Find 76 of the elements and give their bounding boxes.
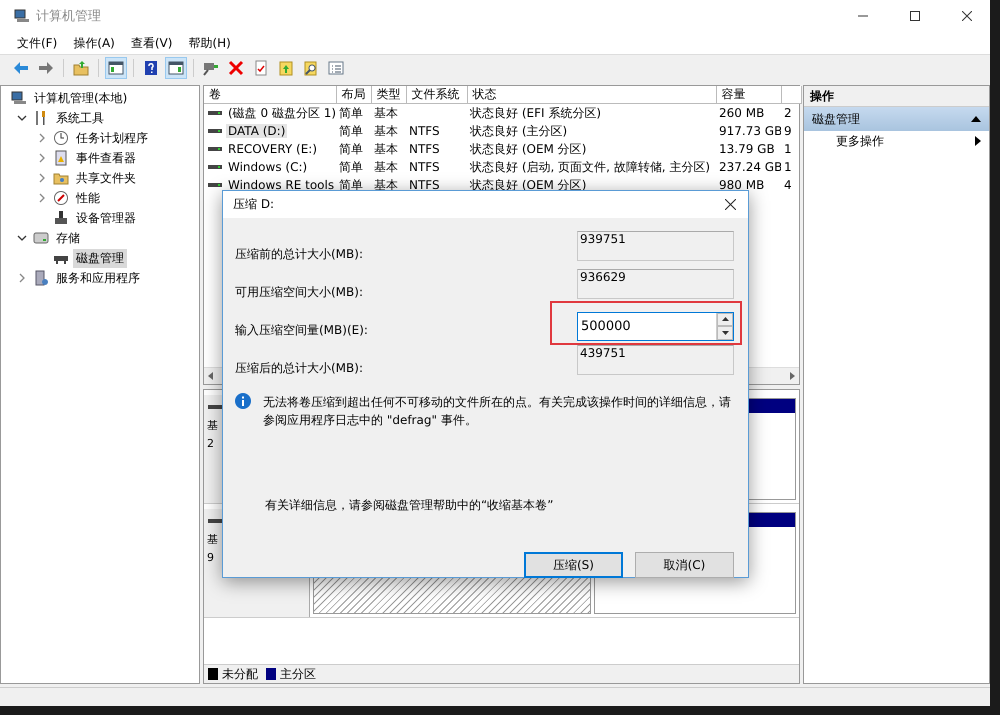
- table-cell: 2: [784, 106, 792, 120]
- tree-item[interactable]: 计算机管理(本地): [31, 88, 130, 108]
- table-cell: 1: [784, 160, 792, 174]
- column-header[interactable]: 布局: [336, 86, 371, 104]
- info-message: 无法将卷压缩到超出任何不可移动的文件所在的点。有关完成该操作时间的详细信息，请参阅应用程序日志中的 "defrag" 事件。: [263, 394, 732, 429]
- table-cell[interactable]: Windows RE tools: [226, 178, 336, 192]
- legend-label: 未分配: [222, 666, 258, 682]
- window-title: 计算机管理: [36, 8, 102, 25]
- table-cell[interactable]: DATA (D:): [226, 124, 288, 138]
- tree-item[interactable]: 系统工具: [53, 108, 107, 128]
- section-title: 磁盘管理: [812, 110, 860, 128]
- table-cell[interactable]: (磁盘 0 磁盘分区 1): [226, 104, 336, 122]
- legend-label: 主分区: [280, 666, 316, 682]
- readonly-field: 439751: [577, 345, 734, 375]
- table-cell: 简单: [339, 160, 363, 174]
- dialog-button[interactable]: 压缩(S): [524, 552, 623, 578]
- disk-info-text: 2: [207, 436, 214, 451]
- column-header[interactable]: 容量: [716, 86, 781, 104]
- column-header[interactable]: 类型: [371, 86, 406, 104]
- column-header[interactable]: 文件系统: [406, 86, 467, 104]
- table-cell: 基本: [374, 124, 398, 138]
- tree-item[interactable]: 任务计划程序: [73, 128, 151, 148]
- help-text: 有关详细信息，请参阅磁盘管理帮助中的“收缩基本卷”: [265, 497, 554, 514]
- action-link[interactable]: 更多操作: [836, 132, 884, 150]
- disk-info-text: 基: [207, 418, 218, 433]
- menu-item[interactable]: 查看(V): [124, 32, 180, 54]
- table-cell: NTFS: [409, 178, 440, 192]
- table-cell: 260 MB: [719, 106, 764, 120]
- field-label: 压缩前的总计大小(MB):: [235, 246, 363, 262]
- tree-item[interactable]: 事件查看器: [73, 148, 139, 168]
- field-label: 压缩后的总计大小(MB):: [235, 360, 363, 376]
- tree-item[interactable]: 磁盘管理: [73, 248, 127, 268]
- table-cell[interactable]: RECOVERY (E:): [226, 142, 320, 156]
- amount-input[interactable]: 500000: [578, 312, 716, 340]
- table-cell: 基本: [374, 142, 398, 156]
- table-cell: 4: [784, 178, 792, 192]
- table-cell: 13.79 GB: [719, 142, 775, 156]
- readonly-field: 936629: [577, 269, 734, 299]
- actions-header: 操作: [804, 86, 989, 107]
- table-cell: 简单: [339, 124, 363, 138]
- table-cell: NTFS: [409, 142, 440, 156]
- table-cell: 简单: [339, 106, 363, 120]
- dialog-button[interactable]: 取消(C): [635, 552, 734, 578]
- menu-item[interactable]: 操作(A): [66, 32, 122, 54]
- table-cell: 基本: [374, 160, 398, 174]
- tree-item[interactable]: 共享文件夹: [73, 168, 139, 188]
- table-cell[interactable]: Windows (C:): [226, 160, 310, 174]
- table-cell: 简单: [339, 178, 363, 192]
- disk-info-text: 9: [207, 550, 214, 565]
- field-label: 可用压缩空间大小(MB):: [235, 284, 363, 300]
- actions-section[interactable]: 磁盘管理: [804, 107, 989, 131]
- table-cell: NTFS: [409, 124, 440, 138]
- menu-item[interactable]: 文件(F): [10, 32, 64, 54]
- column-header[interactable]: 状态: [467, 86, 716, 104]
- column-header[interactable]: 卷: [204, 86, 336, 104]
- table-cell: 基本: [374, 178, 398, 192]
- table-cell: 简单: [339, 142, 363, 156]
- disk-info-text: 基: [207, 532, 218, 547]
- table-cell: 状态良好 (主分区): [470, 124, 568, 138]
- table-cell: 状态良好 (启动, 页面文件, 故障转储, 主分区): [470, 160, 710, 174]
- tree-item[interactable]: 存储: [53, 228, 83, 248]
- field-label: 输入压缩空间量(MB)(E):: [235, 322, 368, 338]
- tree-item[interactable]: 服务和应用程序: [53, 268, 143, 288]
- table-cell: 1: [784, 142, 792, 156]
- amount-spin-field[interactable]: 500000: [577, 312, 734, 340]
- tree-item[interactable]: 设备管理器: [73, 208, 139, 228]
- table-cell: 状态良好 (EFI 系统分区): [470, 106, 602, 120]
- tree-item[interactable]: 性能: [73, 188, 103, 208]
- menu-item[interactable]: 帮助(H): [181, 32, 238, 54]
- table-cell: 基本: [374, 106, 398, 120]
- table-cell: NTFS: [409, 160, 440, 174]
- table-cell: 980 MB: [719, 178, 764, 192]
- table-cell: 9: [784, 124, 792, 138]
- dialog-title: 压缩 D:: [233, 196, 274, 213]
- readonly-field: 939751: [577, 231, 734, 261]
- table-cell: 状态良好 (OEM 分区): [470, 142, 586, 156]
